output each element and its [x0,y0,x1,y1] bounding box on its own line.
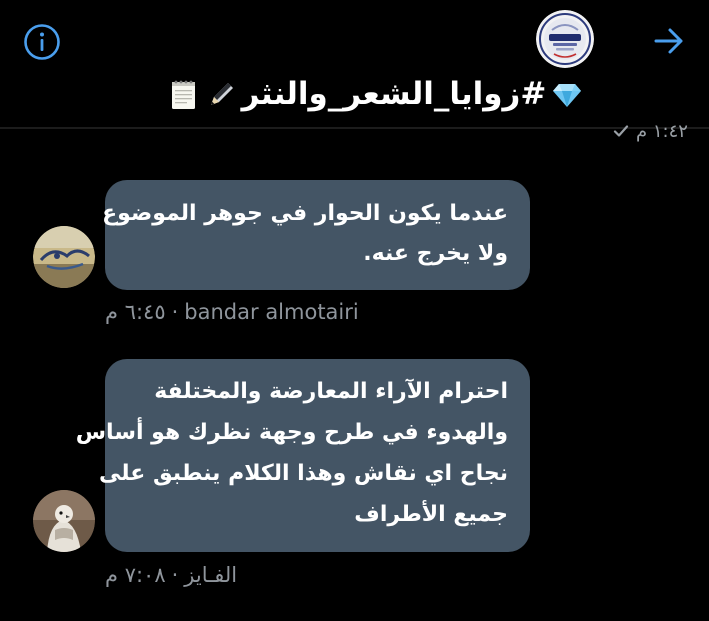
channel-logo-icon [536,10,594,68]
previous-message-time: ١:٤٢ م [636,120,688,142]
channel-title-text: #زوايا_الشعر_والنثر [241,76,547,112]
arrow-right-icon [654,28,683,54]
channel-avatar[interactable] [536,10,594,68]
sender-avatar[interactable] [33,490,95,552]
message-bubble[interactable]: عندما يكون الحوار في جوهر الموضوع ولا يخ… [102,180,530,290]
gem-icon [553,84,582,107]
falcon-avatar-icon [33,490,95,552]
message-time: ٦:٤٥ م [105,300,166,324]
message-text-line: احترام الآراء المعارضة والمختلفة [154,379,508,404]
channel-title: #زوايا_الشعر_والنثر [150,70,600,118]
meta-separator: · [171,563,179,587]
message-bubble[interactable]: احترام الآراء المعارضة والمختلفة والهدوء… [75,359,530,552]
info-circle-icon [24,24,60,60]
forward-button[interactable] [648,20,690,62]
pen-icon [210,83,233,105]
message-text-line: ولا يخرج عنه. [363,241,508,266]
message-text-line: نجاح اي نقاش وهذا الكلام ينطبق على [99,461,508,486]
message-author[interactable]: الفـايز [184,563,237,587]
info-button[interactable] [22,22,62,62]
message-text-line: والهدوء في طرح وجهة نظرك هو أساس [75,420,508,445]
message-time: ٧:٠٨ م [105,563,166,587]
channel-header: #زوايا_الشعر_والنثر [0,0,709,128]
header-divider [0,127,709,129]
message-meta: ٦:٤٥ م · bandar almotairi [105,298,359,326]
notepad-icon [171,80,195,109]
message-text-line: عندما يكون الحوار في جوهر الموضوع [102,201,508,226]
previous-message-meta: ١:٤٢ م [612,119,688,143]
meta-separator: · [171,300,179,324]
check-icon [613,125,629,137]
message-author[interactable]: bandar almotairi [184,300,358,324]
message-meta: ٧:٠٨ م · الفـايز [105,561,237,589]
sender-avatar[interactable] [33,226,95,288]
message-text-line: جميع الأطراف [354,502,508,527]
avatar-image-icon [33,226,95,288]
